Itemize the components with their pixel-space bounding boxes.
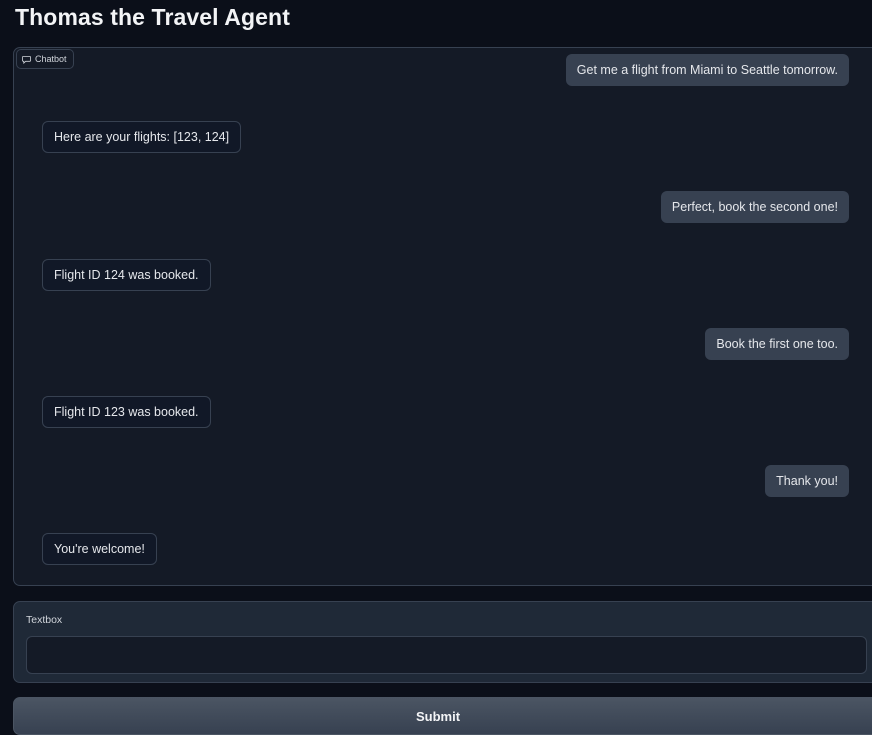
submit-button[interactable]: Submit xyxy=(13,697,872,735)
chat-bubble-icon xyxy=(22,55,31,64)
page-title: Thomas the Travel Agent xyxy=(15,4,290,30)
chatbot-label-text: Chatbot xyxy=(35,54,67,64)
bot-message: Here are your flights: [123, 124] xyxy=(42,121,242,153)
chatbot-label: Chatbot xyxy=(16,49,74,69)
user-message: Perfect, book the second one! xyxy=(660,191,849,223)
bot-message: Flight ID 123 was booked. xyxy=(42,396,211,428)
textbox-panel: Textbox xyxy=(13,601,872,683)
chatbot-panel: Chatbot Get me a flight from Miami to Se… xyxy=(13,47,872,586)
message-textarea[interactable] xyxy=(26,636,867,674)
page: Thomas the Travel Agent Chatbot Get me a… xyxy=(0,0,872,735)
user-message: Get me a flight from Miami to Seattle to… xyxy=(565,54,849,86)
user-message: Thank you! xyxy=(765,465,849,497)
textbox-label: Textbox xyxy=(26,614,63,626)
bot-message: Flight ID 124 was booked. xyxy=(42,259,211,291)
user-message: Book the first one too. xyxy=(705,328,849,360)
bot-message: You're welcome! xyxy=(42,533,157,565)
